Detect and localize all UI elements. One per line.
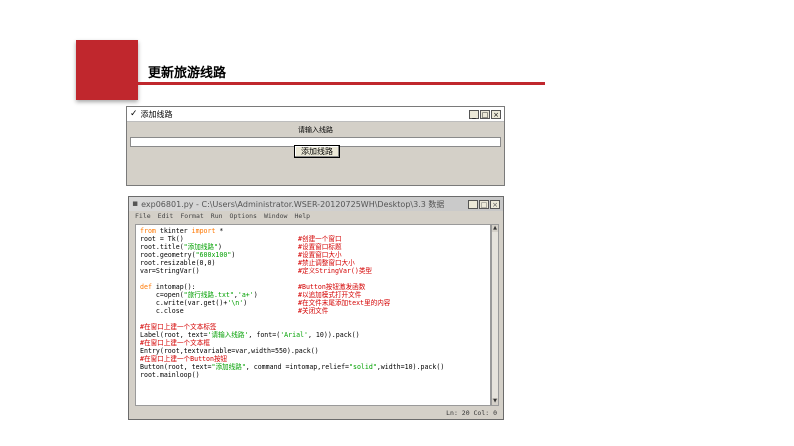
code-line-2: root = Tk() (140, 235, 184, 243)
python-file-icon: ▪ (132, 199, 139, 209)
code-line-17: root.mainloop() (140, 371, 200, 379)
menu-file[interactable]: File (135, 212, 151, 221)
code-line-9: c.write(var.get()+'\n') (140, 299, 248, 307)
code-line-5: root.resizable(0,0) (140, 259, 216, 267)
code-line-1: from tkinter import * (140, 227, 224, 235)
menu-run[interactable]: Run (211, 212, 223, 221)
code-comment-2: #创建一个窗口 (298, 235, 342, 243)
slide-title: 更新旅游线路 (148, 66, 227, 81)
code-line-13: #在窗口上建一个文本框 (140, 339, 210, 347)
code-line-16: Button(root, text="添加线路", command =intom… (140, 363, 445, 371)
editor-maximize-button[interactable]: □ (479, 199, 489, 209)
scroll-up-arrow-icon[interactable]: ▲ (492, 225, 498, 232)
code-comment-6: #定义StringVar()类型 (298, 267, 373, 275)
scroll-down-arrow-icon[interactable]: ▼ (492, 398, 498, 405)
code-line-8: c=open("旅行线路.txt",'a+') (140, 291, 258, 299)
close-button[interactable]: × (491, 109, 501, 119)
menu-options[interactable]: Options (230, 212, 257, 221)
vertical-scrollbar[interactable]: ▲ ▼ (491, 224, 499, 406)
code-comment-7: #Button按钮激发函数 (298, 283, 366, 291)
tk-window-title: 添加线路 (140, 109, 173, 119)
code-line-4: root.geometry("600x100") (140, 251, 236, 259)
editor-titlebar[interactable]: ▪ exp06801.py - C:\Users\Administrator.W… (129, 197, 503, 211)
code-editor-area[interactable]: from tkinter import * root = Tk() #创建一个窗… (135, 224, 491, 406)
tk-window-titlebar[interactable]: ✓ 添加线路 _ □ × (127, 107, 504, 122)
editor-minimize-button[interactable]: _ (468, 199, 478, 209)
editor-title: exp06801.py - C:\Users\Administrator.WSE… (141, 199, 445, 209)
editor-menubar: File Edit Format Run Options Window Help (129, 211, 503, 222)
minimize-button[interactable]: _ (469, 109, 479, 119)
editor-close-button[interactable]: × (490, 199, 500, 209)
code-line-11: #在窗口上建一个文本标签 (140, 323, 217, 331)
code-comment-3: #设置窗口标题 (298, 243, 342, 251)
code-comment-9: #在文件末尾添加text里的内容 (298, 299, 391, 307)
header-red-rule (138, 82, 545, 85)
code-comment-5: #禁止调整窗口大小 (298, 259, 355, 267)
tk-feather-icon: ✓ (130, 109, 138, 119)
route-prompt-label: 请输入线路 (298, 126, 333, 134)
menu-edit[interactable]: Edit (158, 212, 174, 221)
menu-help[interactable]: Help (294, 212, 310, 221)
code-line-14: Entry(root,textvariable=var,width=550).p… (140, 347, 319, 355)
code-line-7: def intomap(): (140, 283, 196, 291)
header-red-block (76, 40, 138, 100)
code-line-3: root.title("添加线路") (140, 243, 222, 251)
add-route-button[interactable]: 添加线路 (294, 145, 340, 158)
code-line-6: var=StringVar() (140, 267, 200, 275)
editor-status-bar: Ln: 20 Col: 0 (446, 409, 497, 417)
code-line-12: Label(root, text='请输入线路', font=('Arial',… (140, 331, 360, 339)
menu-format[interactable]: Format (180, 212, 203, 221)
tk-app-window: ✓ 添加线路 _ □ × 请输入线路 添加线路 (126, 106, 505, 186)
maximize-button[interactable]: □ (480, 109, 490, 119)
code-line-10: c.close (140, 307, 184, 315)
menu-window[interactable]: Window (264, 212, 287, 221)
code-comment-4: #设置窗口大小 (298, 251, 342, 259)
idle-editor-window: ▪ exp06801.py - C:\Users\Administrator.W… (128, 196, 504, 420)
code-line-15: #在窗口上建一个Button按钮 (140, 355, 228, 363)
code-comment-10: #关闭文件 (298, 307, 329, 315)
code-comment-8: #以追加模式打开文件 (298, 291, 362, 299)
